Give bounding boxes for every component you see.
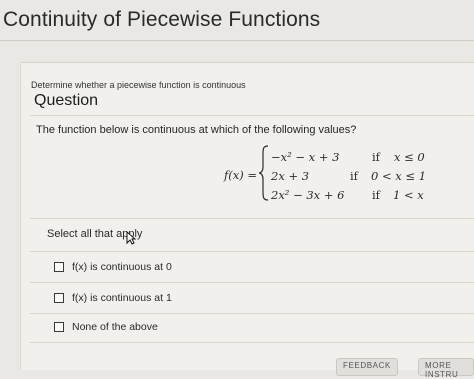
option-continuous-at-0[interactable]: f(x) is continuous at 0 [54,261,172,273]
piece-2-expr: 2x + 3 [271,169,310,183]
function-lhs: f(x) = [224,168,258,182]
option-divider [30,282,474,283]
option-divider [30,313,474,314]
option-continuous-at-1[interactable]: f(x) is continuous at 1 [54,292,172,304]
checkbox[interactable] [54,293,64,303]
option-label: f(x) is continuous at 1 [72,292,172,304]
piece-2-condition: 0 < x ≤ 1 [371,169,427,183]
piece-1-condition: x ≤ 0 [394,150,425,164]
option-label: f(x) is continuous at 0 [72,261,172,273]
option-label: None of the above [72,321,158,333]
answers-divider [30,218,474,219]
piece-3-expr: 2x² − 3x + 6 [271,188,345,202]
piece-3-if: if [372,188,380,202]
piece-2-if: if [350,169,358,183]
mouse-cursor-icon [126,231,136,245]
piece-1-expr: −x² − x + 3 [271,150,340,164]
feedback-button[interactable]: FEEDBACK [336,358,398,376]
checkbox[interactable] [54,262,64,272]
option-none-of-the-above[interactable]: None of the above [54,321,158,333]
more-instructions-button[interactable]: MORE INSTRU [418,358,474,379]
left-brace-icon [258,145,269,201]
piecewise-function: f(x) = −x² − x + 3 if x ≤ 0 2x + 3 if 0 … [0,0,474,220]
piece-1-if: if [372,150,380,164]
piece-3-condition: 1 < x [393,188,424,202]
option-divider [30,251,474,252]
checkbox[interactable] [54,322,64,332]
option-divider [30,342,474,343]
